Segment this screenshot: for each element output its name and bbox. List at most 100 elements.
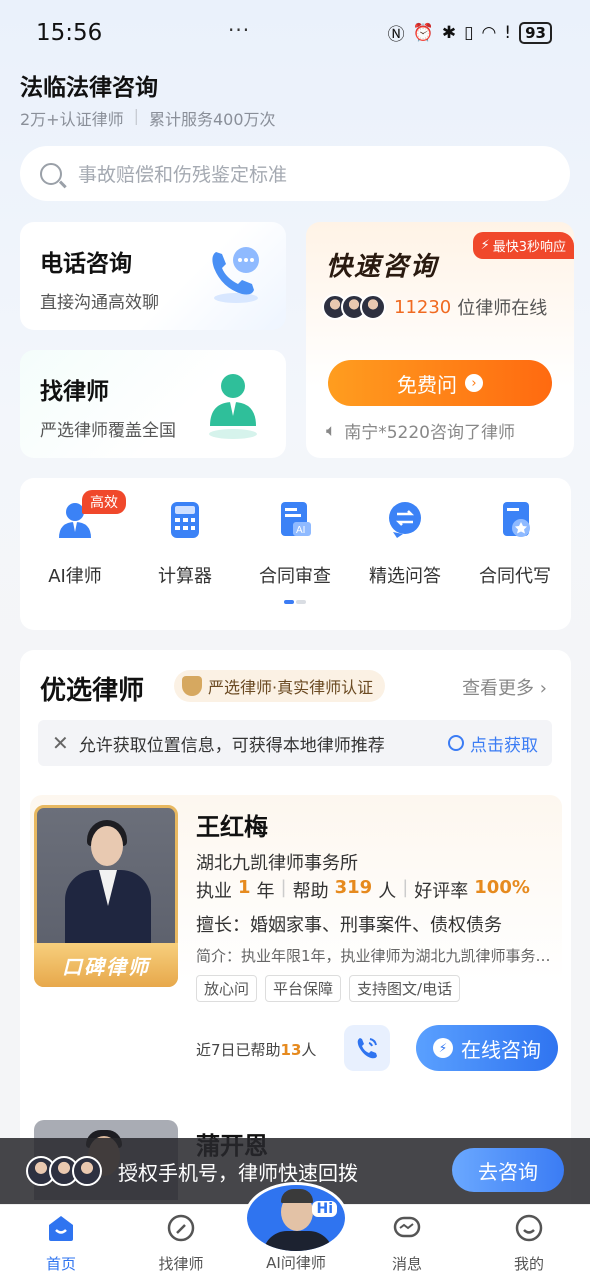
tool-label: 精选问答 xyxy=(369,566,441,587)
search-placeholder: 事故赔偿和伤残鉴定标准 xyxy=(78,164,288,186)
profile-icon xyxy=(515,1214,543,1242)
phone-consult-card[interactable]: 电话咨询 直接沟通高效聊 xyxy=(20,222,286,330)
free-ask-button[interactable]: 免费问 › xyxy=(328,360,552,406)
reputation-badge: 口碑律师 xyxy=(34,943,178,987)
online-consult-label: 在线咨询 xyxy=(461,1037,541,1062)
lawyer-specialty: 擅长：婚姻家事、刑事案件、债权债务 xyxy=(196,915,502,936)
shield-icon xyxy=(182,676,202,696)
call-lawyer-button[interactable] xyxy=(344,1025,390,1071)
lawyer-tags: 放心问 平台保障 支持图文/电话 xyxy=(196,975,461,1002)
online-lawyers: 11230 位律师在线 xyxy=(322,294,547,320)
search-input[interactable]: 事故赔偿和伤残鉴定标准 xyxy=(20,146,570,201)
hi-badge: Hi xyxy=(312,1201,337,1217)
tab-messages[interactable]: 消息 xyxy=(362,1213,452,1274)
photo-head xyxy=(91,826,123,866)
tool-label: AI律师 xyxy=(48,566,102,587)
ai-lawyer-tab-button[interactable]: Hi xyxy=(244,1182,348,1254)
practice-unit: 年 xyxy=(256,881,275,902)
status-time: 15:56 xyxy=(36,20,103,46)
get-location-label: 点击获取 xyxy=(470,735,538,756)
ai-avatar-suit xyxy=(263,1231,333,1251)
tools-grid: 高效 AI律师 计算器 AI 合同审查 精选问答 合同代写 xyxy=(20,478,571,630)
tool-qa[interactable]: 精选问答 xyxy=(350,500,460,588)
help-unit: 人 xyxy=(378,881,397,902)
lightning-icon: ⚡ xyxy=(433,1038,453,1058)
divider: | xyxy=(402,877,409,898)
speaker-icon: 🔈︎ xyxy=(326,420,337,441)
search-lawyer-icon xyxy=(167,1214,195,1242)
status-icons: Ⓝ ⏰ ✱ ▯ ◠ ! 93 xyxy=(388,20,552,45)
get-location-button[interactable]: 点击获取 xyxy=(448,731,538,756)
lawyer-avatars xyxy=(322,294,386,320)
go-consult-button[interactable]: 去咨询 xyxy=(452,1148,564,1192)
response-badge-text: 最快3秒响应 xyxy=(492,240,566,255)
section-title: 优选律师 xyxy=(40,676,145,706)
lawyer-avatars xyxy=(26,1156,102,1186)
lawyer-card[interactable]: 口碑律师 王红梅 湖北九凯律师事务所 执业 1 年 | 帮助 319 人 | 好… xyxy=(30,795,562,1105)
lawyer-count-text: 2万+认证律师 xyxy=(20,110,124,129)
status-more-dots: ··· xyxy=(228,18,251,42)
close-icon[interactable]: ✕ xyxy=(52,731,69,755)
bluetooth-icon: ✱ xyxy=(441,22,457,43)
page-dot xyxy=(296,600,306,604)
lawyer-name: 王红梅 xyxy=(196,813,268,841)
ticker-text: 南宁*5220咨询了律师 xyxy=(344,423,515,443)
help-count: 319 xyxy=(334,877,373,898)
find-lawyer-title: 找律师 xyxy=(40,379,109,405)
tab-home[interactable]: 首页 xyxy=(16,1213,106,1274)
arrow-right-icon: › xyxy=(465,374,483,392)
avatar xyxy=(72,1156,102,1186)
efficient-badge: 高效 xyxy=(82,490,126,514)
see-more-link[interactable]: 查看更多 › xyxy=(462,674,547,700)
lawyer-tag: 平台保障 xyxy=(265,975,342,1002)
law-firm: 湖北九凯律师事务所 xyxy=(196,853,358,874)
qa-icon xyxy=(389,502,421,538)
tool-label: 计算器 xyxy=(158,566,212,587)
helped-suffix: 人 xyxy=(301,1041,317,1059)
tool-contract-write[interactable]: 合同代写 xyxy=(460,500,570,588)
see-more-label: 查看更多 xyxy=(462,678,535,699)
lawyer-intro: 简介：执业年限1年，执业律师为湖北九凯律师事务所律师 xyxy=(196,947,556,965)
tool-calculator[interactable]: 计算器 xyxy=(130,500,240,588)
home-icon xyxy=(49,1216,73,1241)
free-ask-label: 免费问 xyxy=(397,372,457,397)
rating-value: 100% xyxy=(474,877,530,898)
phone-icon xyxy=(357,1038,377,1059)
lightning-icon: ⚡ xyxy=(480,238,490,253)
online-suffix: 位律师在线 xyxy=(457,298,548,319)
alert-icon: ! xyxy=(504,22,512,43)
lawyer-tag: 放心问 xyxy=(196,975,258,1002)
nfc-icon: Ⓝ xyxy=(387,25,405,45)
tab-find-lawyer[interactable]: 找律师 xyxy=(136,1213,226,1274)
tool-contract-review[interactable]: AI 合同审查 xyxy=(240,500,350,588)
calculator-icon xyxy=(171,502,199,538)
find-lawyer-card[interactable]: 找律师 严选律师覆盖全国 xyxy=(20,350,286,458)
phone-consult-desc: 直接沟通高效聊 xyxy=(40,293,159,313)
phone-chat-icon xyxy=(212,247,259,303)
tab-me[interactable]: 我的 xyxy=(484,1213,574,1274)
locate-icon xyxy=(448,735,464,751)
consult-ticker: 🔈︎ 南宁*5220咨询了律师 xyxy=(326,418,515,444)
online-count: 11230 xyxy=(394,296,452,318)
recent-help-text: 近7日已帮助13人 xyxy=(196,1039,316,1060)
find-lawyer-desc: 严选律师覆盖全国 xyxy=(40,421,176,441)
service-count-text: 累计服务400万次 xyxy=(148,110,276,129)
vibrate-icon: ▯ xyxy=(464,22,474,43)
lawyer-person-icon xyxy=(209,374,257,439)
tab-label: 首页 xyxy=(45,1255,76,1273)
chevron-right-icon: › xyxy=(539,678,547,699)
tab-label: 消息 xyxy=(391,1255,422,1273)
app-subtitle: 2万+认证律师 | 累计服务400万次 xyxy=(20,106,276,130)
online-consult-button[interactable]: ⚡ 在线咨询 xyxy=(416,1025,558,1071)
fast-consult-card[interactable]: 快速咨询 ⚡ 最快3秒响应 11230 位律师在线 免费问 › 🔈︎ 南宁*52… xyxy=(306,222,574,458)
tool-label: 合同审查 xyxy=(259,566,331,587)
helped-count: 13 xyxy=(280,1041,302,1059)
contract-write-icon xyxy=(503,502,530,537)
alarm-icon: ⏰ xyxy=(412,22,434,43)
message-icon xyxy=(393,1216,421,1238)
fast-consult-title: 快速咨询 xyxy=(326,252,439,282)
tab-label: 找律师 xyxy=(158,1255,204,1273)
tool-ai-lawyer[interactable]: 高效 AI律师 xyxy=(20,490,130,588)
battery-icon: 93 xyxy=(519,21,552,44)
lawyer-stats: 执业 1 年 | 帮助 319 人 | 好评率 100% xyxy=(196,877,530,903)
